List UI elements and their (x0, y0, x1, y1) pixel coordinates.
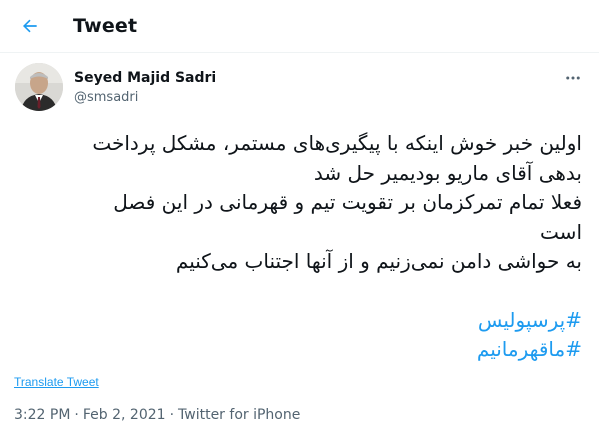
tweet-time[interactable]: 3:22 PM (14, 407, 70, 423)
tweet-text: اولین خبر خوش اینکه با پیگیری‌های مستمر،… (14, 129, 582, 365)
more-horizontal-icon (566, 76, 580, 80)
author-name[interactable]: Seyed Majid Sadri (74, 70, 216, 86)
translate-tweet-link[interactable]: Translate Tweet (14, 375, 99, 389)
tweet-line: است (540, 219, 582, 244)
avatar[interactable] (15, 63, 63, 111)
tweet-line: به حواشی دامن نمی‌زنیم و از آنها اجتناب … (175, 249, 582, 273)
author-handle[interactable]: @smsadri (74, 90, 138, 105)
arrow-left-icon (23, 19, 37, 33)
tweet-source[interactable]: Twitter for iPhone (178, 407, 300, 423)
tweet-header: Tweet (0, 0, 599, 53)
tweet-line: بدهی آقای ماریو بودیمیر حل شد (313, 160, 582, 185)
tweet-date[interactable]: Feb 2, 2021 (83, 407, 166, 423)
hashtag-link[interactable]: #ماقهرمانیم (14, 335, 582, 365)
tweet-meta: 3:22 PM · Feb 2, 2021 · Twitter for iPhone (14, 407, 300, 423)
tweet-spacer (14, 277, 582, 306)
more-button[interactable] (561, 66, 585, 90)
hashtag-link[interactable]: #پرسپولیس (14, 306, 582, 336)
separator-dot: · (169, 407, 175, 423)
separator-dot: · (74, 407, 79, 423)
page-title: Tweet (73, 15, 138, 37)
tweet-line: اولین خبر خوش اینکه با پیگیری‌های مستمر،… (92, 131, 582, 155)
tweet-line: فعلا تمام تمرکزمان بر تقویت تیم و قهرمان… (113, 190, 582, 214)
back-button[interactable] (14, 10, 46, 42)
user-avatar-icon (15, 63, 63, 111)
